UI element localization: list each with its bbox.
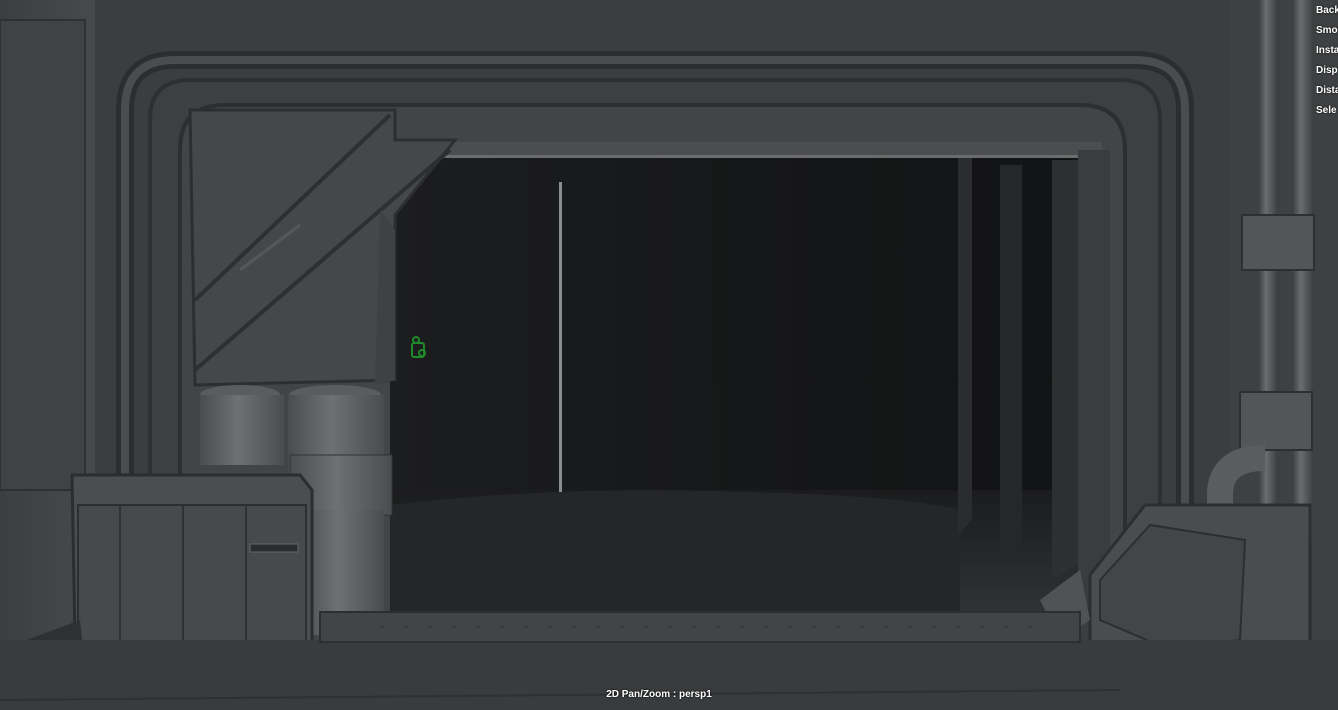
hud-item-display[interactable]: Disp: [1316, 64, 1338, 84]
hud-item-smooth[interactable]: Smo: [1316, 24, 1338, 44]
viewport-hud-menu: Back Smo Insta Disp Dista Sele: [1316, 4, 1338, 124]
hud-item-instancing[interactable]: Insta: [1316, 44, 1338, 64]
viewport-status-label: 2D Pan/Zoom : persp1: [606, 689, 712, 700]
viewport-scene[interactable]: [0, 0, 1338, 710]
hud-item-distance[interactable]: Dista: [1316, 84, 1338, 104]
hud-item-selection[interactable]: Sele: [1316, 104, 1338, 124]
3d-viewport[interactable]: Back Smo Insta Disp Dista Sele 2D Pan/Zo…: [0, 0, 1338, 710]
hud-item-background[interactable]: Back: [1316, 4, 1338, 24]
